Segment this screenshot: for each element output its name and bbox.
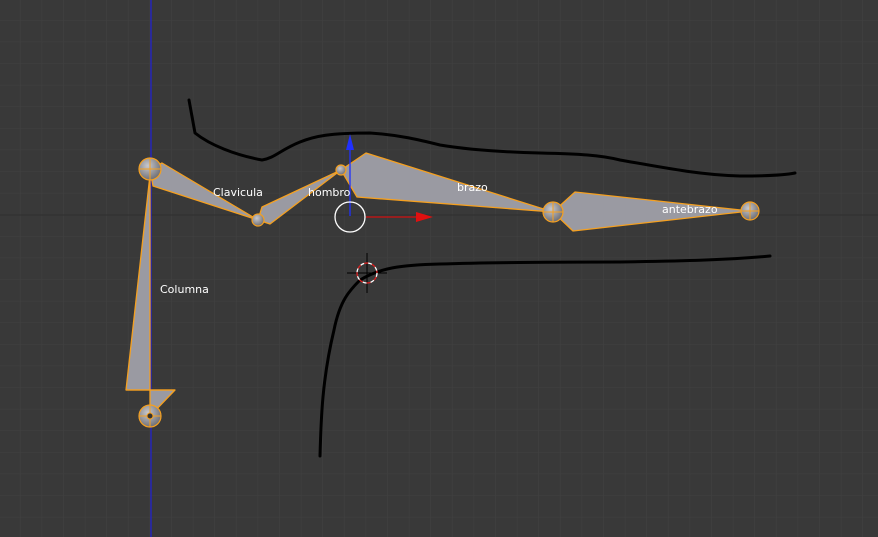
bone-label-antebrazo: antebrazo [662, 203, 718, 216]
bone-label-clavicula: Clavicula [213, 186, 263, 199]
bone-label-hombro: hombro [308, 186, 351, 199]
joint-hombro-tail[interactable] [335, 164, 347, 176]
bone-label-brazo: brazo [457, 181, 488, 194]
grid [0, 0, 878, 537]
joint-clavicula-tail[interactable] [251, 213, 265, 227]
3d-viewport[interactable]: Columna Clavicula hombro brazo antebrazo [0, 0, 878, 537]
viewport-canvas[interactable] [0, 0, 878, 537]
bone-label-columna: Columna [160, 283, 209, 296]
